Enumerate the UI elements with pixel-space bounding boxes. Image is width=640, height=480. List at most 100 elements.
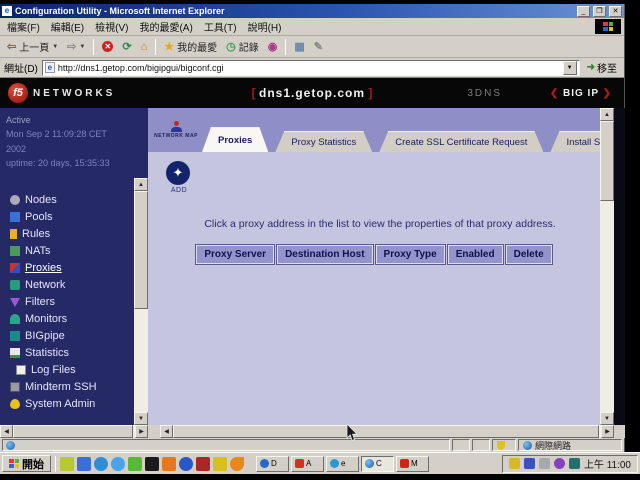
refresh-button[interactable]: ⟳ [119,39,134,54]
maximize-button[interactable]: ❐ [593,6,606,17]
sidebar-item-monitors[interactable]: Monitors [0,311,134,328]
menu-file[interactable]: 檔案(F) [7,19,40,34]
stop-icon: ✕ [102,41,113,52]
sidebar-item-rules[interactable]: Rules [0,226,134,243]
tray-icon-4[interactable] [554,458,565,469]
address-input[interactable]: e http://dns1.getop.com/bigipgui/bigconf… [42,60,580,76]
scroll-right-icon[interactable]: ▶ [601,425,614,438]
task-button-5[interactable]: M [396,456,429,472]
sidebar-item-system-admin[interactable]: System Admin [0,396,134,413]
quicklaunch-icon-2[interactable] [77,457,91,471]
internet-zone-icon [523,441,532,450]
scroll-down-icon[interactable]: ▼ [134,412,148,425]
column-destination-host[interactable]: Destination Host [277,245,372,264]
sidebar-item-network[interactable]: Network [0,277,134,294]
start-button[interactable]: 開始 [2,455,51,472]
sidebar-item-filters[interactable]: Filters [0,294,134,311]
go-button[interactable]: ➜ 移至 [584,60,620,75]
scroll-down-icon[interactable]: ▼ [600,412,614,425]
scroll-left-icon[interactable]: ◀ [160,425,173,438]
tab-install-ssl-certificate[interactable]: Install SSL Certif [550,131,600,152]
forward-button[interactable]: ⇨ ▼ [64,39,88,54]
sidebar-item-proxies[interactable]: Proxies [0,260,134,277]
scroll-up-icon[interactable]: ▲ [600,108,614,121]
product-bigip-label: ❮ BIG IP ❯ [550,88,612,99]
quicklaunch-icon-7[interactable] [162,457,176,471]
network-map-button[interactable]: NETWORK MAP [153,112,199,148]
quicklaunch-icon-11[interactable] [230,457,244,471]
address-dropdown-icon[interactable]: ▼ [563,61,577,75]
sidebar-item-nodes[interactable]: Nodes [0,192,134,209]
column-delete[interactable]: Delete [506,245,552,264]
edit-button[interactable]: ✎ [311,39,326,54]
quicklaunch-icon-1[interactable] [60,457,74,471]
minimize-button[interactable]: _ [577,6,590,17]
tray-icon-5[interactable] [569,458,580,469]
quicklaunch-icon-6[interactable] [145,457,159,471]
tray-icon-3[interactable] [539,458,550,469]
back-button[interactable]: ⇦ 上一頁 ▼ [4,38,61,55]
tab-create-ssl-certificate-request[interactable]: Create SSL Certificate Request [379,131,543,152]
scroll-thumb[interactable] [600,121,614,201]
sidebar-item-bigpipe[interactable]: BIGpipe [0,328,134,345]
title-bar[interactable]: e Configuration Utility - Microsoft Inte… [0,4,624,18]
print-button[interactable]: ▦ [291,39,307,54]
stop-button[interactable]: ✕ [99,40,116,53]
quicklaunch-icon-10[interactable] [213,457,227,471]
task-label: A [306,459,311,468]
quicklaunch-icon-3[interactable] [94,457,108,471]
menu-help[interactable]: 說明(H) [248,19,282,34]
scroll-left-icon[interactable]: ◀ [0,425,13,438]
tab-proxy-statistics[interactable]: Proxy Statistics [275,131,372,152]
sidebar-item-log-files[interactable]: Log Files [0,362,134,379]
add-button[interactable]: ✦ [166,161,190,185]
scroll-thumb[interactable] [134,191,148,309]
taskbar-clock[interactable]: 上午 11:00 [584,456,631,471]
sidebar-item-mindterm-ssh[interactable]: Mindterm SSH [0,379,134,396]
sidebar-item-statistics[interactable]: Statistics [0,345,134,362]
task-button-3[interactable]: e [326,456,359,472]
task-button-configuration-utility[interactable]: C [361,456,394,472]
instruction-text: Click a proxy address in the list to vie… [178,218,582,230]
task-icon [400,459,409,468]
forward-dropdown-icon[interactable]: ▼ [79,44,85,50]
tray-icon-1[interactable] [509,458,520,469]
address-url[interactable]: http://dns1.getop.com/bigipgui/bigconf.c… [58,63,560,73]
mindterm-ssh-icon [10,382,20,392]
scroll-up-icon[interactable]: ▲ [134,178,148,191]
column-proxy-server[interactable]: Proxy Server [196,245,274,264]
media-button[interactable]: ◉ [265,39,281,54]
tray-icon-2[interactable] [524,458,535,469]
column-proxy-type[interactable]: Proxy Type [376,245,445,264]
menu-tools[interactable]: 工具(T) [204,19,237,34]
scroll-right-icon[interactable]: ▶ [135,425,148,438]
menu-favorites[interactable]: 我的最愛(A) [139,19,192,34]
quicklaunch-icon-8[interactable] [179,457,193,471]
history-button[interactable]: ◷ 記錄 [223,38,262,55]
task-button-1[interactable]: D [256,456,289,472]
quicklaunch-icon-9[interactable] [196,457,210,471]
task-button-2[interactable]: A [291,456,324,472]
scroll-thumb[interactable] [13,425,133,438]
sidebar-vertical-scrollbar[interactable]: ▲ ▼ [134,178,148,425]
sidebar-item-pools[interactable]: Pools [0,209,134,226]
content-vertical-scrollbar[interactable]: ▲ ▼ [600,108,614,425]
menu-view[interactable]: 檢視(V) [95,19,128,34]
close-button[interactable]: ✕ [609,6,622,17]
print-icon: ▦ [294,40,304,53]
sidebar-item-nats[interactable]: NATs [0,243,134,260]
task-buttons: D A e C M [256,456,429,472]
tab-proxies[interactable]: Proxies [202,127,268,152]
favorites-button[interactable]: ★ 我的最愛 [161,38,220,55]
quicklaunch-icon-5[interactable] [128,457,142,471]
scroll-thumb[interactable] [173,425,599,438]
rules-icon [10,229,17,239]
column-enabled[interactable]: Enabled [448,245,503,264]
home-button[interactable]: ⌂ [138,40,151,54]
quicklaunch-icon-4[interactable] [111,457,125,471]
address-bar: 網址(D) e http://dns1.getop.com/bigipgui/b… [0,58,624,78]
content-horizontal-scrollbar[interactable]: ◀ ▶ [160,425,614,438]
back-dropdown-icon[interactable]: ▼ [52,44,58,50]
menu-edit[interactable]: 編輯(E) [51,19,84,34]
sidebar-horizontal-scrollbar[interactable]: ◀ ▶ [0,425,148,438]
